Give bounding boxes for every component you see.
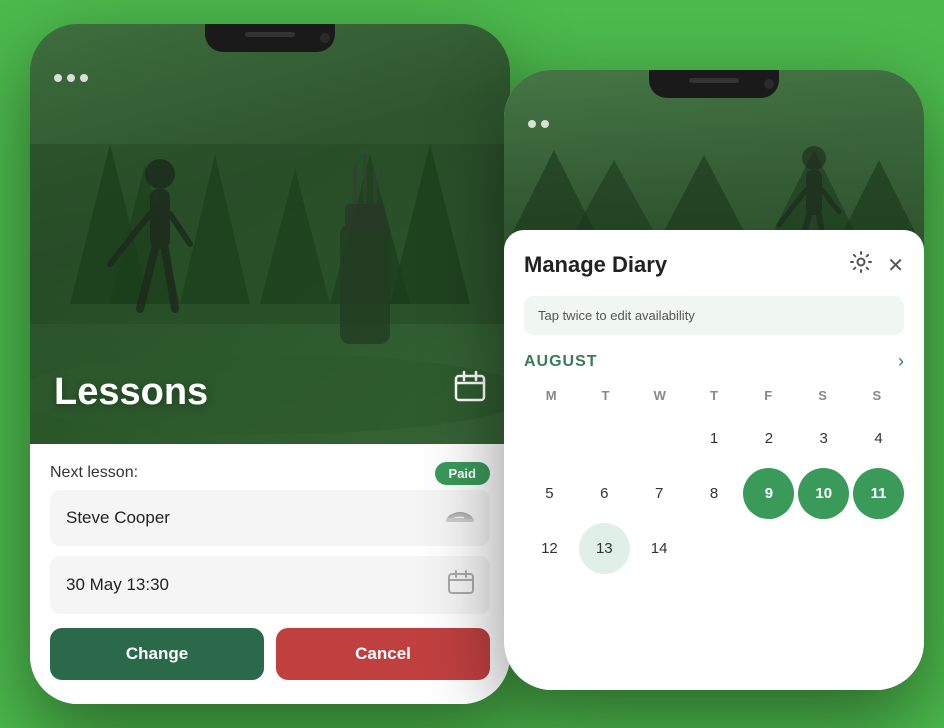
phone-lessons: Lessons Next lesson: Paid Steve Cooper (30, 24, 510, 704)
cal-day-14[interactable]: 14 (634, 523, 685, 574)
cal-day-6[interactable]: 6 (579, 468, 630, 519)
student-name: Steve Cooper (66, 508, 170, 528)
cal-day-7[interactable]: 7 (634, 468, 685, 519)
diary-screen: Manage Diary ✕ Tap twice to edit availab… (504, 70, 924, 690)
hero-image: Lessons (30, 24, 510, 444)
weekday-sat: S (795, 384, 849, 407)
camera-dot-diary (764, 79, 774, 89)
cal-day-5[interactable]: 5 (524, 468, 575, 519)
cal-day-9[interactable]: 9 (743, 468, 794, 519)
date-row[interactable]: 30 May 13:30 (50, 556, 490, 614)
weekday-wed: W (633, 384, 687, 407)
cal-day-4[interactable]: 4 (853, 413, 904, 464)
availability-hint: Tap twice to edit availability (524, 296, 904, 335)
weekday-fri: F (741, 384, 795, 407)
hat-icon (446, 504, 474, 532)
cancel-button[interactable]: Cancel (276, 628, 490, 680)
settings-icon[interactable] (849, 250, 873, 280)
calendar-month-row: AUGUST › (524, 351, 904, 372)
cal-day-12[interactable]: 12 (524, 523, 575, 574)
modal-title: Manage Diary (524, 252, 667, 278)
calendar-days: 1 2 3 4 5 6 7 8 9 10 11 12 1 (524, 413, 904, 574)
cal-day-2[interactable]: 2 (743, 413, 794, 464)
calendar-grid: M T W T F S S 1 2 (524, 384, 904, 574)
weekday-thu: T (687, 384, 741, 407)
diary-modal: Manage Diary ✕ Tap twice to edit availab… (504, 230, 924, 690)
weekday-mon: M (524, 384, 578, 407)
calendar-icon (448, 570, 474, 600)
calendar-weekdays: M T W T F S S (524, 384, 904, 407)
cal-day-3[interactable]: 3 (798, 413, 849, 464)
calendar-month: AUGUST (524, 353, 598, 371)
modal-actions: ✕ (849, 250, 904, 280)
lessons-title: Lessons (54, 371, 208, 414)
cal-day-13[interactable]: 13 (579, 523, 630, 574)
diary-dot-1 (528, 120, 536, 128)
hint-text: Tap twice to edit availability (538, 308, 695, 323)
weekday-tue: T (578, 384, 632, 407)
action-buttons: Change Cancel (50, 628, 490, 680)
next-lesson-text: Next lesson: (50, 464, 138, 481)
cal-day-11[interactable]: 11 (853, 468, 904, 519)
diary-dots (528, 120, 549, 128)
calendar-next-icon[interactable]: › (898, 351, 904, 372)
lessons-card: Next lesson: Paid Steve Cooper 30 May 13… (30, 444, 510, 704)
close-icon[interactable]: ✕ (887, 253, 904, 278)
calendar: AUGUST › M T W T F S S (524, 351, 904, 574)
lesson-datetime: 30 May 13:30 (66, 575, 169, 595)
camera-dot (320, 33, 330, 43)
modal-header: Manage Diary ✕ (524, 250, 904, 280)
hero-dot-3 (80, 74, 88, 82)
hero-dot-2 (67, 74, 75, 82)
hero-dots (54, 74, 88, 82)
weekday-sun: S (850, 384, 904, 407)
change-button[interactable]: Change (50, 628, 264, 680)
diary-dot-2 (541, 120, 549, 128)
cal-day-1[interactable]: 1 (689, 413, 740, 464)
cal-day-8[interactable]: 8 (689, 468, 740, 519)
student-row[interactable]: Steve Cooper (50, 490, 490, 546)
next-lesson-label: Next lesson: Paid (50, 464, 490, 482)
hero-calendar-icon (454, 370, 486, 409)
lessons-screen: Lessons Next lesson: Paid Steve Cooper (30, 24, 510, 704)
paid-badge: Paid (435, 462, 490, 485)
phone-diary: Manage Diary ✕ Tap twice to edit availab… (504, 70, 924, 690)
cal-day-10[interactable]: 10 (798, 468, 849, 519)
hero-dot-1 (54, 74, 62, 82)
